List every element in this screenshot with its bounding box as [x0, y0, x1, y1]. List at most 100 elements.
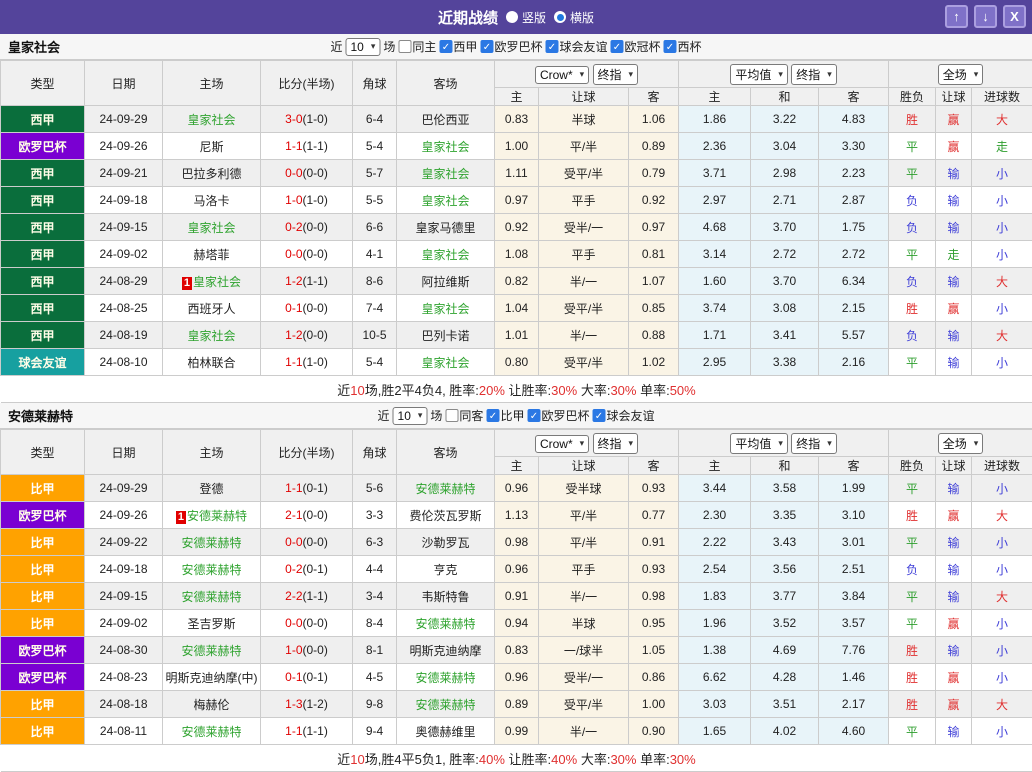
- league-filter-checkbox[interactable]: ✓欧冠杯: [610, 38, 660, 55]
- eu-odds-home: 3.44: [679, 475, 751, 502]
- match-row[interactable]: 西甲 24-08-19 皇家社会 1-2(0-0) 10-5 巴列卡诺 1.01…: [1, 322, 1032, 349]
- radio-horizontal-layout[interactable]: 横版: [554, 9, 594, 26]
- league-filter-checkbox[interactable]: 同主: [398, 38, 436, 55]
- league-filter-checkbox[interactable]: ✓西甲: [439, 38, 477, 55]
- league-filter-checkbox[interactable]: 同客: [445, 407, 483, 424]
- match-row[interactable]: 欧罗巴杯 24-08-30 安德莱赫特 1-0(0-0) 8-1 明斯克迪纳摩 …: [1, 637, 1032, 664]
- eu-provider-select[interactable]: 平均值▾: [730, 64, 788, 85]
- home-team: 梅赫伦: [163, 691, 261, 718]
- eu-stage-select[interactable]: 终指▾: [791, 64, 837, 85]
- match-row[interactable]: 球会友谊 24-08-10 柏林联合 1-1(1-0) 5-4 皇家社会 0.8…: [1, 349, 1032, 376]
- match-row[interactable]: 比甲 24-08-18 梅赫伦 1-3(1-2) 9-8 安德莱赫特 0.89 …: [1, 691, 1032, 718]
- score-cell: 1-2(0-0): [261, 322, 353, 349]
- eu-odds-draw: 3.70: [751, 268, 819, 295]
- summary-segment: 场,胜4平5负1, 胜率:: [365, 752, 479, 767]
- odds-away: 0.79: [629, 160, 679, 187]
- match-row[interactable]: 比甲 24-09-02 圣吉罗斯 0-0(0-0) 8-4 安德莱赫特 0.94…: [1, 610, 1032, 637]
- result-handicap: 赢: [936, 664, 972, 691]
- col-header-eu-home: 主: [679, 88, 751, 106]
- match-row[interactable]: 比甲 24-09-15 安德莱赫特 2-2(1-1) 3-4 韦斯特鲁 0.91…: [1, 583, 1032, 610]
- home-team: 1安德莱赫特: [163, 502, 261, 529]
- score-cell: 0-1(0-1): [261, 664, 353, 691]
- near-count-select[interactable]: 10 ▾: [393, 407, 428, 425]
- eu-odds-home: 3.03: [679, 691, 751, 718]
- odds-stage-select[interactable]: 终指▾: [593, 64, 639, 85]
- odds-provider-select[interactable]: Crow*▾: [535, 435, 589, 453]
- match-row[interactable]: 比甲 24-09-22 安德莱赫特 0-0(0-0) 6-3 沙勒罗瓦 0.98…: [1, 529, 1032, 556]
- match-row[interactable]: 西甲 24-09-02 赫塔菲 0-0(0-0) 4-1 皇家社会 1.08 平…: [1, 241, 1032, 268]
- league-filter-checkbox[interactable]: ✓球会友谊: [592, 407, 654, 424]
- corners: 10-5: [353, 322, 397, 349]
- odds-provider-select[interactable]: Crow*▾: [535, 66, 589, 84]
- fulltime-score: 0-2: [285, 562, 302, 576]
- result-goals: 小: [972, 160, 1032, 187]
- result-outcome: 平: [889, 160, 936, 187]
- team-name: 安德莱赫特: [0, 406, 73, 425]
- match-row[interactable]: 比甲 24-09-29 登德 1-1(0-1) 5-6 安德莱赫特 0.96 受…: [1, 475, 1032, 502]
- match-row[interactable]: 西甲 24-08-29 1皇家社会 1-2(1-1) 8-6 阿拉维斯 0.82…: [1, 268, 1032, 295]
- result-handicap: 输: [936, 349, 972, 376]
- match-row[interactable]: 西甲 24-09-18 马洛卡 1-0(1-0) 5-5 皇家社会 0.97 平…: [1, 187, 1032, 214]
- checkbox-label: 比甲: [500, 407, 524, 424]
- result-goals: 大: [972, 322, 1032, 349]
- corners: 4-1: [353, 241, 397, 268]
- eu-stage-select[interactable]: 终指▾: [791, 433, 837, 454]
- scope-select[interactable]: 全场▾: [938, 433, 984, 454]
- col-header-odds-home: 主: [495, 88, 539, 106]
- col-header-away: 客场: [397, 61, 495, 106]
- match-row[interactable]: 西甲 24-09-29 皇家社会 3-0(1-0) 6-4 巴伦西亚 0.83 …: [1, 106, 1032, 133]
- scope-select[interactable]: 全场▾: [938, 64, 984, 85]
- match-date: 24-09-15: [85, 214, 163, 241]
- eu-odds-home: 2.54: [679, 556, 751, 583]
- corners: 9-8: [353, 691, 397, 718]
- away-team: 皇家社会: [397, 160, 495, 187]
- eu-odds-draw: 4.69: [751, 637, 819, 664]
- match-row[interactable]: 欧罗巴杯 24-09-26 1安德莱赫特 2-1(0-0) 3-3 费伦茨瓦罗斯…: [1, 502, 1032, 529]
- match-row[interactable]: 比甲 24-08-11 安德莱赫特 1-1(1-1) 9-4 奥德赫维里 0.9…: [1, 718, 1032, 745]
- away-team: 皇家社会: [397, 241, 495, 268]
- eu-odds-draw: 3.51: [751, 691, 819, 718]
- close-button[interactable]: X: [1003, 5, 1026, 28]
- home-team: 巴拉多利德: [163, 160, 261, 187]
- odds-select-group: Crow*▾ 终指▾: [495, 61, 679, 88]
- odds-away: 0.97: [629, 214, 679, 241]
- odds-stage-select[interactable]: 终指▾: [593, 433, 639, 454]
- league-type-cell: 西甲: [1, 268, 85, 295]
- fulltime-score: 1-1: [285, 355, 302, 369]
- match-row[interactable]: 欧罗巴杯 24-09-26 尼斯 1-1(1-1) 5-4 皇家社会 1.00 …: [1, 133, 1032, 160]
- corners: 7-4: [353, 295, 397, 322]
- match-row[interactable]: 西甲 24-08-25 西班牙人 0-1(0-0) 7-4 皇家社会 1.04 …: [1, 295, 1032, 322]
- match-row[interactable]: 比甲 24-09-18 安德莱赫特 0-2(0-1) 4-4 亨克 0.96 平…: [1, 556, 1032, 583]
- result-goals: 大: [972, 106, 1032, 133]
- league-type-cell: 欧罗巴杯: [1, 502, 85, 529]
- away-team: 安德莱赫特: [397, 664, 495, 691]
- result-outcome: 负: [889, 187, 936, 214]
- league-filter-checkbox[interactable]: ✓欧罗巴杯: [480, 38, 542, 55]
- result-handicap: 赢: [936, 502, 972, 529]
- match-row[interactable]: 西甲 24-09-21 巴拉多利德 0-0(0-0) 5-7 皇家社会 1.11…: [1, 160, 1032, 187]
- match-row[interactable]: 欧罗巴杯 24-08-23 明斯克迪纳摩(中) 0-1(0-1) 4-5 安德莱…: [1, 664, 1032, 691]
- match-date: 24-09-29: [85, 106, 163, 133]
- league-filter-checkbox[interactable]: ✓西杯: [663, 38, 701, 55]
- odds-handicap: 半/一: [539, 322, 629, 349]
- fulltime-score: 0-0: [285, 166, 302, 180]
- col-header-odds-away: 客: [629, 88, 679, 106]
- league-filter-checkbox[interactable]: ✓欧罗巴杯: [527, 407, 589, 424]
- league-filter-checkbox[interactable]: ✓球会友谊: [545, 38, 607, 55]
- eu-provider-select[interactable]: 平均值▾: [730, 433, 788, 454]
- col-header-odds-hcap: 让球: [539, 88, 629, 106]
- col-header-odds-away: 客: [629, 457, 679, 475]
- move-up-button[interactable]: ↑: [945, 5, 968, 28]
- col-header-hcap-result: 让球: [936, 88, 972, 106]
- away-team: 沙勒罗瓦: [397, 529, 495, 556]
- move-down-button[interactable]: ↓: [974, 5, 997, 28]
- league-filter-checkbox[interactable]: ✓比甲: [486, 407, 524, 424]
- match-date: 24-09-18: [85, 187, 163, 214]
- eu-odds-draw: 3.04: [751, 133, 819, 160]
- match-row[interactable]: 西甲 24-09-15 皇家社会 0-2(0-0) 6-6 皇家马德里 0.92…: [1, 214, 1032, 241]
- eu-odds-draw: 3.22: [751, 106, 819, 133]
- scope-select-group: 全场▾: [889, 430, 1032, 457]
- near-count-select[interactable]: 10 ▾: [346, 38, 381, 56]
- radio-vertical-layout[interactable]: 竖版: [506, 9, 546, 26]
- odds-away: 0.93: [629, 475, 679, 502]
